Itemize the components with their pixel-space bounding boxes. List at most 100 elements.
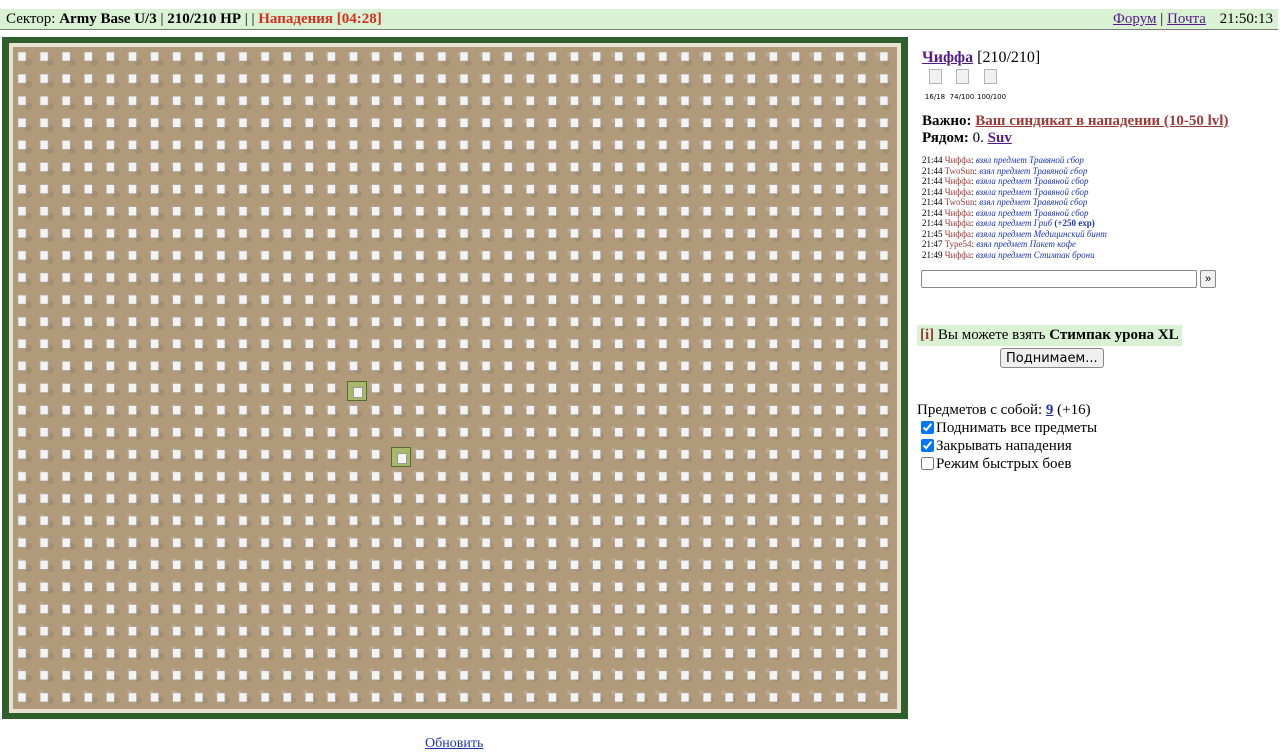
map-tile-icon	[150, 361, 159, 371]
map-tile-icon	[327, 493, 336, 504]
map-tile-icon	[879, 140, 889, 150]
map-tile-icon	[172, 648, 181, 659]
map-tile-icon	[349, 427, 358, 438]
log-time: 21:44	[922, 186, 943, 197]
carried-extra: (+16)	[1057, 402, 1091, 418]
map-tile-icon	[459, 405, 469, 415]
map-cell-item[interactable]	[347, 381, 367, 401]
character-name-link[interactable]: Чиффа	[922, 49, 973, 66]
map-tile-icon	[393, 272, 403, 283]
map-tile-icon	[150, 338, 159, 349]
map-grid[interactable]	[13, 47, 897, 709]
map-tile-icon	[17, 515, 27, 526]
syndicate-attack-link[interactable]: Ваш синдикат в нападении (10-50 lvl)	[975, 113, 1228, 129]
map-tile-icon	[238, 316, 248, 327]
map-cell-player[interactable]	[391, 447, 411, 467]
map-tile-icon	[194, 162, 204, 172]
map-tile-icon	[680, 184, 690, 194]
map-tile-icon	[481, 515, 491, 526]
map-tile-icon	[327, 427, 336, 438]
refresh-link[interactable]: Обновить	[425, 736, 483, 752]
map-tile-icon	[238, 338, 248, 349]
map-tile-icon	[304, 493, 314, 504]
map-tile-icon	[857, 140, 867, 150]
map-tile-icon	[592, 73, 601, 84]
map-tile-icon	[327, 582, 336, 592]
character-line: Чиффа [210/210]	[922, 49, 1040, 67]
option-pick-all[interactable]: Поднимать все предметы	[921, 419, 1097, 437]
map-tile-icon	[150, 648, 159, 659]
quick-battles-checkbox[interactable]	[921, 457, 934, 470]
map-tile-icon	[791, 51, 800, 62]
map-tile-icon	[393, 515, 403, 526]
separator: |	[1160, 11, 1164, 27]
map-tile-icon	[39, 537, 49, 548]
map-tile-icon	[415, 206, 425, 216]
map-tile-icon	[769, 449, 778, 460]
forum-link[interactable]: Форум	[1113, 11, 1156, 27]
map-tile-icon	[702, 383, 712, 393]
map-tile-icon	[371, 427, 380, 438]
carried-count-link[interactable]: 9	[1046, 402, 1054, 418]
log-player: Чиффа	[944, 155, 972, 165]
option-label: Режим быстрых боев	[936, 456, 1072, 472]
log-entry: 21:44 Чиффа: взяла предмет Гриб (+250 ex…	[922, 218, 1095, 228]
map-tile-icon	[106, 361, 115, 371]
map-tile-icon	[636, 604, 646, 614]
map-tile-icon	[481, 272, 491, 283]
option-close-attacks[interactable]: Закрывать нападения	[921, 437, 1072, 455]
map-tile-icon	[835, 338, 845, 349]
map-tile-icon	[503, 140, 513, 150]
map-tile-icon	[636, 670, 646, 681]
map-tile-icon	[614, 73, 624, 84]
map-tile-icon	[349, 648, 358, 659]
pickup-button[interactable]: Поднимаем...	[1000, 348, 1104, 368]
close-attacks-checkbox[interactable]	[921, 439, 934, 452]
map-tile-icon	[327, 118, 336, 128]
sector-map[interactable]	[13, 47, 897, 709]
map-tile-icon	[570, 449, 579, 460]
map-tile-icon	[614, 648, 624, 659]
map-tile-icon	[371, 294, 380, 305]
map-tile-icon	[702, 338, 712, 349]
map-tile-icon	[680, 626, 690, 636]
map-tile-icon	[592, 51, 601, 62]
map-tile-icon	[503, 648, 513, 659]
map-tile-icon	[769, 361, 778, 371]
pick-all-checkbox[interactable]	[921, 421, 934, 434]
map-tile-icon	[459, 626, 469, 636]
map-tile-icon	[481, 184, 491, 194]
map-tile-icon	[525, 471, 535, 482]
map-tile-icon	[746, 449, 756, 460]
option-quick-battles[interactable]: Режим быстрых боев	[921, 455, 1071, 473]
map-tile-icon	[614, 162, 624, 172]
map-tile-icon	[371, 140, 380, 150]
mail-link[interactable]: Почта	[1167, 11, 1206, 27]
map-tile-icon	[503, 670, 513, 681]
map-tile-icon	[437, 184, 447, 194]
map-tile-icon	[17, 272, 27, 283]
map-tile-icon	[327, 206, 336, 216]
map-tile-icon	[481, 140, 491, 150]
stat-slot: 16/18	[922, 69, 948, 101]
map-tile-icon	[680, 449, 690, 460]
map-tile-icon	[459, 95, 469, 106]
chat-send-button[interactable]: »	[1200, 270, 1216, 288]
nearby-player-link[interactable]: Suv	[988, 130, 1012, 146]
log-action: взяла предмет Гриб	[975, 218, 1053, 228]
map-tile-icon	[857, 272, 867, 283]
map-tile-icon	[459, 73, 469, 84]
map-tile-icon	[304, 515, 314, 526]
map-tile-icon	[393, 383, 403, 393]
map-tile-icon	[680, 162, 690, 172]
map-tile-icon	[459, 184, 469, 194]
map-tile-icon	[106, 537, 115, 548]
map-tile-icon	[260, 51, 270, 62]
map-tile-icon	[658, 648, 668, 659]
map-tile-icon	[282, 559, 292, 570]
chat-input[interactable]	[921, 270, 1197, 288]
map-tile-icon	[459, 537, 469, 548]
map-tile-icon	[84, 648, 93, 659]
map-tile-icon	[503, 405, 513, 415]
map-tile-icon	[835, 316, 845, 327]
